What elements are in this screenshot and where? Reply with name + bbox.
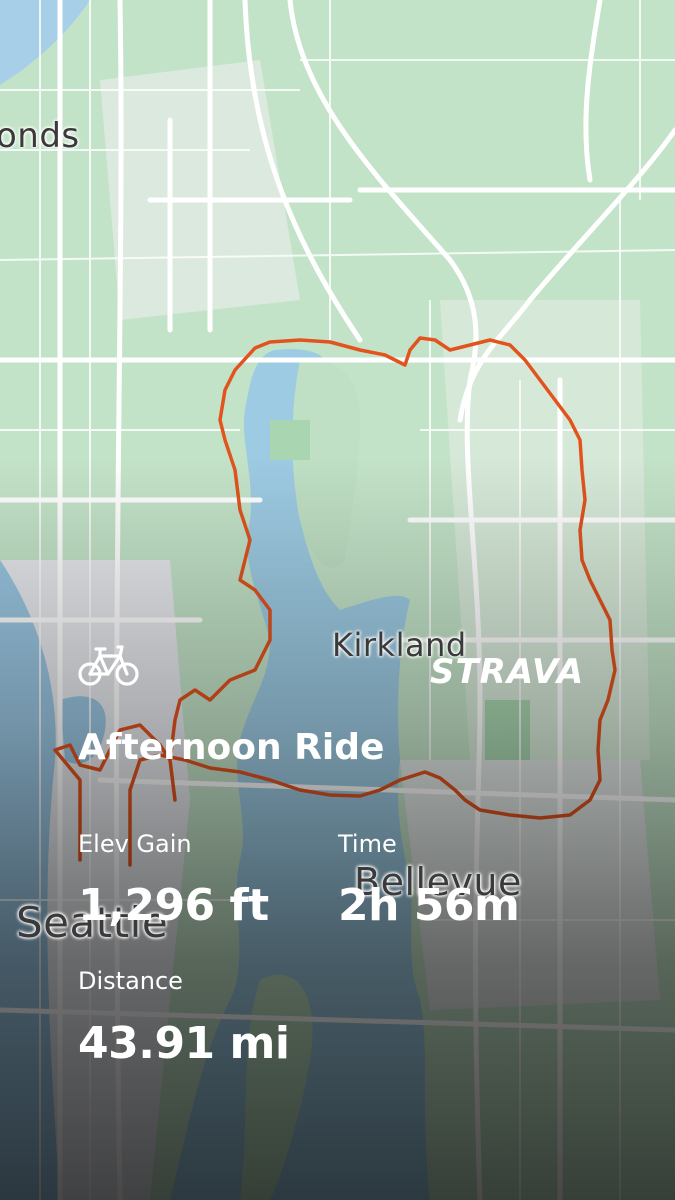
strava-logo: STRAVA [430, 652, 585, 692]
place-label-edmonds: onds [0, 116, 80, 156]
time-label: Time [338, 830, 397, 858]
activity-share-card: onds Kirkland Bellevue Seattle STRAVA Af… [0, 0, 675, 1200]
activity-title: Afternoon Ride [78, 727, 385, 768]
bicycle-icon [78, 645, 139, 686]
time-value: 2h 56m [338, 880, 520, 931]
distance-label: Distance [78, 967, 183, 995]
elev-gain-label: Elev Gain [78, 830, 192, 858]
elev-gain-value: 1,296 ft [78, 880, 269, 931]
distance-value: 43.91 mi [78, 1018, 290, 1069]
